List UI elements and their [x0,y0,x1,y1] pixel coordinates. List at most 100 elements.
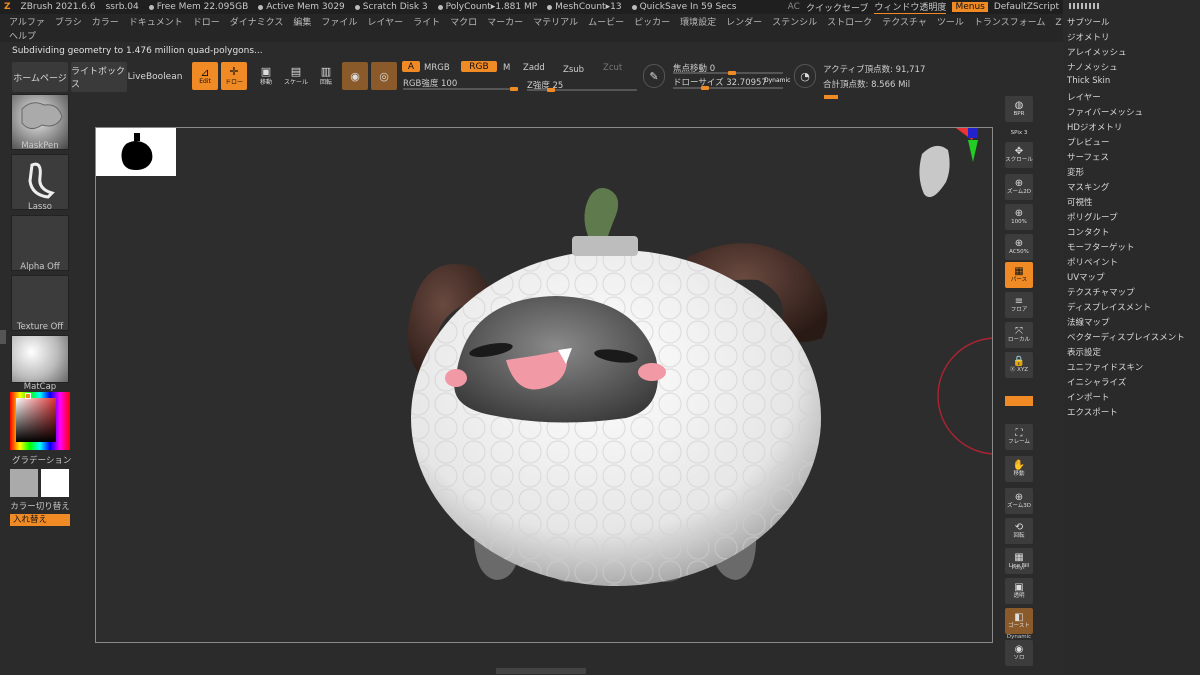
mrgb-button[interactable]: MRGB [424,63,450,73]
canvas-divider-handle[interactable] [824,95,838,99]
tray-menu-item[interactable]: プレビュー [1067,136,1110,148]
menu-a-7[interactable]: ファイル [316,15,362,28]
bpr-button[interactable]: ◍ BPR [1005,96,1033,122]
tray-menu-item[interactable]: インポート [1067,391,1110,403]
menu-a-4[interactable]: ドロー [188,15,225,28]
tray-menu-item[interactable]: ポリグループ [1067,211,1118,223]
zcut-button[interactable]: Zcut [603,63,622,73]
tray-menu-item[interactable]: 表示設定 [1067,346,1101,358]
default-zscript-button[interactable]: DefaultZScript [994,2,1059,12]
tray-menu-item[interactable]: エクスポート [1067,406,1118,418]
zsub-button[interactable]: Zsub [563,65,584,75]
tray-menu-item[interactable]: ディスプレイスメント [1067,301,1151,313]
swap-button[interactable]: 入れ替え [10,514,70,526]
material-thumbnail[interactable] [11,335,69,383]
perspective-button[interactable]: ◔ [794,64,816,88]
menu-a-0[interactable]: アルファ [4,15,50,28]
tray-grip-icon[interactable] [1069,3,1099,9]
tray-menu-item[interactable]: 変形 [1067,166,1084,178]
spotlight-button[interactable]: ✎ [643,64,665,88]
rotate-y-toggle[interactable] [1005,396,1033,406]
m-button[interactable]: M [503,63,510,73]
menu-a-5[interactable]: ダイナミクス [225,15,289,28]
tray-menu-item[interactable]: ユニファイドスキン [1067,361,1143,373]
zadd-button[interactable]: Zadd [523,63,545,73]
secondary-color-swatch[interactable] [10,469,38,497]
half-size-button[interactable]: ⊕ AC50% [1005,234,1033,260]
a-button[interactable]: A [402,61,420,72]
main-color-swatch[interactable] [41,469,69,497]
tray-menu-item[interactable]: アレイメッシュ [1067,46,1127,58]
tray-menu-item[interactable]: レイヤー [1067,91,1101,103]
menu-a-8[interactable]: レイヤー [362,15,408,28]
menu-a-13[interactable]: ムービー [583,15,629,28]
draw-button[interactable]: ✛ ドロー [221,62,247,90]
tray-menu-item[interactable]: サブツール [1067,16,1110,28]
scale-button[interactable]: ▤ スケール [283,62,309,90]
tray-menu-item[interactable]: 可視性 [1067,196,1093,208]
scroll-button[interactable]: ✥ スクロール [1005,142,1033,168]
tray-menu-item[interactable]: ジオメトリ [1067,31,1110,43]
spix-slider[interactable]: SPix 3 [1005,126,1033,140]
ghost-button[interactable]: ◧ ゴースト [1005,608,1033,634]
lightbox-button[interactable]: ライトボックス [71,62,127,92]
local-button[interactable]: ⤧ ローカル [1005,322,1033,348]
menu-a-18[interactable]: ストローク [822,15,877,28]
navigation-gizmo[interactable] [919,128,978,198]
document-canvas[interactable] [95,127,993,643]
menu-a-9[interactable]: ライト [408,15,445,28]
menu-a-15[interactable]: 環境設定 [675,15,721,28]
bottom-tray-toggle[interactable] [496,668,586,674]
perspective-toggle[interactable]: ▦ パース [1005,262,1033,288]
focal-shift-slider[interactable] [673,71,783,75]
quick-save-button[interactable]: クイックセーブ [806,1,868,14]
menu-a-14[interactable]: ピッカー [629,15,675,28]
tray-menu-item[interactable]: Thick Skin [1067,76,1110,86]
tray-menu-item[interactable]: UVマップ [1067,271,1105,283]
xyz-button[interactable]: 🔒 Ⓧ XYZ [1005,352,1033,378]
tray-menu-item[interactable]: 法線マップ [1067,316,1110,328]
homepage-button[interactable]: ホームページ [12,62,68,92]
edit-button[interactable]: ⊿ Edit [192,62,218,90]
zoom2d-button[interactable]: ⊕ ズーム2D [1005,174,1033,200]
solo-button[interactable]: ◉ ソロ [1005,640,1033,666]
zoom3d-button[interactable]: ⊕ ズーム3D [1005,488,1033,514]
window-transparency-slider[interactable]: ウィンドウ透明度 [874,0,947,14]
tray-menu-item[interactable]: マスキング [1067,181,1109,193]
navigator-thumbnail[interactable] [96,128,176,176]
switch-color-button[interactable]: カラー切り替え [8,500,72,512]
menu-a-12[interactable]: マテリアル [528,15,583,28]
tray-menu-item[interactable]: テクスチャマップ [1067,286,1135,298]
tray-menu-item[interactable]: モーフターゲット [1067,241,1135,253]
menu-a-2[interactable]: カラー [87,15,124,28]
actual-size-button[interactable]: ⊕ 100% [1005,204,1033,230]
rotate-view-button[interactable]: ⟲ 回転 [1005,518,1033,544]
tray-menu-item[interactable]: HDジオメトリ [1067,121,1122,133]
frame-button[interactable]: ⛶ フレーム [1005,424,1033,450]
menus-button[interactable]: Menus [952,2,988,12]
z-intensity-slider[interactable] [527,88,637,92]
tray-menu-item[interactable]: ファイバーメッシュ [1067,106,1143,118]
tray-menu-item[interactable]: ナノメッシュ [1067,61,1118,73]
menu-b-0[interactable]: ヘルプ [4,29,41,42]
move-button[interactable]: ▣ 移動 [253,62,279,90]
menu-a-19[interactable]: テクスチャ [877,15,932,28]
dynamic-toggle[interactable]: Dynamic [764,77,790,84]
liveboolean-button[interactable]: LiveBoolean [128,62,183,92]
move-view-button[interactable]: ✋ 移動 [1005,456,1033,482]
menu-a-11[interactable]: マーカー [482,15,528,28]
menu-a-17[interactable]: ステンシル [767,15,822,28]
rgb-intensity-slider[interactable] [403,87,518,91]
menu-a-20[interactable]: ツール [932,15,969,28]
draw-size-slider[interactable] [673,86,783,90]
tray-menu-item[interactable]: ポリペイント [1067,256,1118,268]
texture-sphere-button[interactable]: ◎ [371,62,397,90]
menu-a-6[interactable]: 編集 [288,15,316,28]
transparency-button[interactable]: ▣ 透明 [1005,578,1033,604]
rotate-button[interactable]: ▥ 回転 [313,62,339,90]
menu-a-3[interactable]: ドキュメント [124,15,188,28]
menu-a-10[interactable]: マクロ [445,15,482,28]
menu-a-16[interactable]: レンダー [721,15,767,28]
color-picker-hue[interactable] [10,392,70,450]
color-picker-square[interactable] [16,398,56,442]
